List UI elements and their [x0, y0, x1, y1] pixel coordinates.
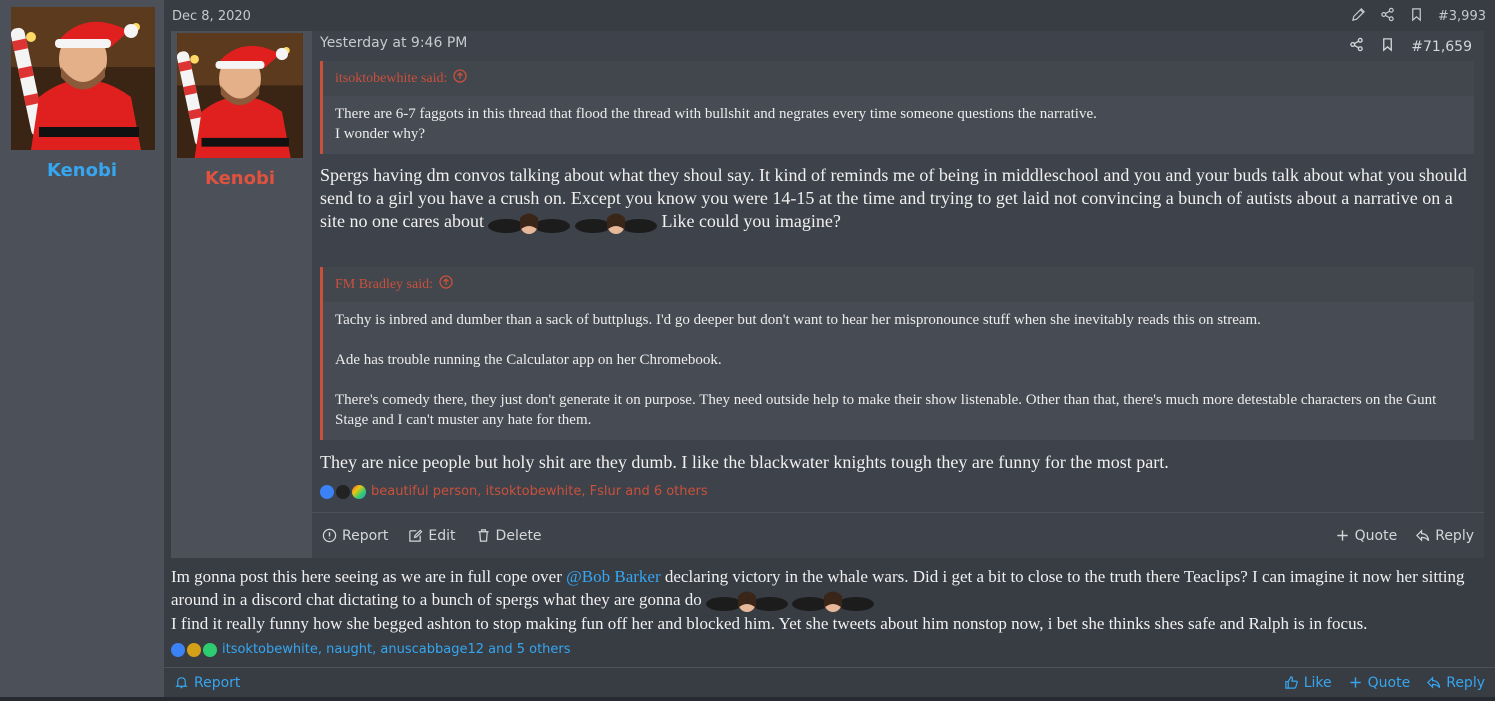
reaction-users[interactable]: itsoktobewhite, naught, anuscabbage12 an… [222, 642, 571, 657]
emote-image [792, 591, 875, 613]
bell-icon [175, 677, 188, 689]
reply-button[interactable]: Reply [1426, 675, 1485, 691]
like-label: Like [1303, 674, 1332, 691]
plus-icon [1350, 677, 1361, 688]
post-message: Spergs having dm convos talking about wh… [320, 164, 1470, 234]
quote-label: Quote [1367, 674, 1411, 691]
quote-author[interactable]: itsoktobewhite said: [335, 71, 447, 87]
hat-icon[interactable] [336, 484, 350, 499]
quote-label: Quote [1354, 527, 1398, 544]
bookmark-icon[interactable] [1409, 7, 1424, 26]
arrow-up-circle-icon[interactable] [439, 275, 453, 294]
quote-block: itsoktobewhite said: There are 6-7 faggo… [320, 61, 1474, 154]
quote-paragraph: There's comedy there, they just don't ge… [335, 392, 1437, 428]
reply-icon [1416, 529, 1430, 542]
info-circle-icon [322, 528, 337, 543]
share-icon[interactable] [1380, 7, 1395, 26]
embedded-post: Yesterday at 9:46 PM #71,659 itsoktobewh… [171, 31, 1484, 558]
report-button[interactable]: Report [174, 675, 240, 691]
quote-line: I wonder why? [335, 126, 425, 142]
inner-post-actions: #71,659 [1349, 37, 1472, 56]
arrow-up-circle-icon[interactable] [453, 69, 468, 88]
post-text: Im gonna post this here seeing as we are… [171, 567, 567, 586]
quote-paragraph: Ade has trouble running the Calculator a… [335, 352, 722, 368]
reply-label: Reply [1446, 674, 1485, 691]
reactions-bar: itsoktobewhite, naught, anuscabbage12 an… [171, 642, 571, 657]
reaction-users[interactable]: beautiful person, itsoktobewhite, Fslur … [371, 484, 708, 499]
post-date[interactable]: Dec 8, 2020 [172, 9, 251, 24]
quote-header[interactable]: FM Bradley said: [323, 267, 1474, 302]
delete-button[interactable]: Delete [476, 528, 542, 544]
username[interactable]: Kenobi [0, 160, 164, 181]
medal-icon[interactable] [187, 642, 201, 657]
emote-image [706, 591, 789, 613]
inner-post-number[interactable]: #71,659 [1411, 39, 1472, 55]
edit-label: Edit [428, 527, 456, 544]
pencil-icon[interactable] [1351, 7, 1366, 26]
thumbs-up-icon[interactable] [171, 642, 185, 657]
reply-icon [1427, 676, 1441, 689]
plus-icon [1337, 530, 1348, 541]
emote-image [574, 213, 657, 234]
outer-post-footer: Report Like Quote Reply [164, 667, 1495, 697]
avatar[interactable] [177, 33, 303, 158]
post-text-end: Like could you imagine? [661, 211, 841, 231]
inner-post-footer: Report Edit Delete Quote Reply [312, 512, 1484, 558]
thumbs-up-icon[interactable] [320, 484, 334, 499]
report-label: Report [194, 674, 241, 691]
post-message-end: They are nice people but holy shit are t… [320, 452, 1169, 472]
quote-line: There are 6-7 faggots in this thread tha… [335, 106, 1097, 122]
emote-image [488, 213, 571, 234]
quote-button[interactable]: Quote [1335, 527, 1398, 544]
inner-post-date[interactable]: Yesterday at 9:46 PM [320, 35, 467, 51]
user-mention[interactable]: @Bob Barker [566, 567, 661, 586]
share-icon[interactable] [1349, 37, 1364, 56]
quote-body: There are 6-7 faggots in this thread tha… [323, 96, 1474, 154]
rainbow-icon[interactable] [352, 484, 366, 499]
like-button[interactable]: Like [1284, 675, 1332, 691]
quote-button[interactable]: Quote [1348, 674, 1411, 691]
reply-label: Reply [1435, 527, 1474, 544]
post-actions: #3,993 [1351, 7, 1486, 26]
quote-paragraph: Tachy is inbred and dumber than a sack o… [335, 312, 1261, 328]
outer-post: Kenobi Dec 8, 2020 #3,993 Yesterday at 9… [0, 0, 1495, 697]
edit-button[interactable]: Edit [408, 527, 456, 544]
outer-post-message: Im gonna post this here seeing as we are… [171, 565, 1481, 635]
avatar[interactable] [11, 7, 155, 150]
quote-header[interactable]: itsoktobewhite said: [323, 61, 1474, 96]
trash-icon [477, 529, 489, 542]
thumbs-up-icon [1285, 676, 1298, 689]
quote-author[interactable]: FM Bradley said: [335, 277, 433, 293]
report-button[interactable]: Report [322, 528, 388, 544]
edit-icon [409, 529, 423, 542]
outer-user-panel: Kenobi [0, 0, 164, 697]
reply-button[interactable]: Reply [1415, 528, 1474, 544]
reactions-bar: beautiful person, itsoktobewhite, Fslur … [320, 484, 708, 499]
quote-body: Tachy is inbred and dumber than a sack o… [323, 302, 1474, 440]
outer-footer-right: Like Quote Reply [1284, 675, 1485, 691]
post-number[interactable]: #3,993 [1438, 9, 1486, 24]
quote-block: FM Bradley said: Tachy is inbred and dum… [320, 267, 1474, 440]
inner-footer-right: Quote Reply [1335, 528, 1474, 544]
bookmark-icon[interactable] [1380, 37, 1395, 56]
inner-username[interactable]: Kenobi [171, 168, 309, 189]
check-icon[interactable] [203, 642, 217, 657]
delete-label: Delete [495, 527, 542, 544]
post-text: I find it really funny how she begged as… [171, 614, 1368, 634]
report-label: Report [342, 527, 389, 544]
